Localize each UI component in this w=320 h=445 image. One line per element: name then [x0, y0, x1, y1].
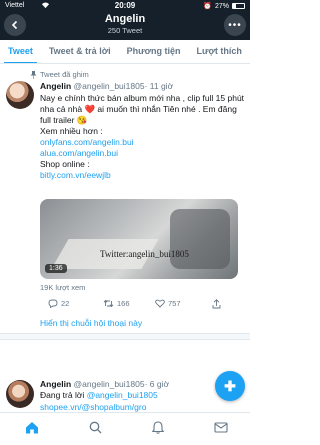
- retweet-button[interactable]: 166: [103, 299, 130, 308]
- replying-to: Đang trả lời @angelin_bui1805: [40, 390, 158, 400]
- battery-percent: 27%: [214, 2, 229, 10]
- bell-icon[interactable]: [150, 419, 166, 435]
- like-button[interactable]: 757: [155, 299, 181, 308]
- video-watermark: Twitter:angelin_bui1805: [100, 249, 189, 259]
- profile-name: Angelin: [104, 13, 146, 25]
- replying-to-handle[interactable]: @angelin_bui1805: [87, 390, 158, 400]
- avatar[interactable]: [6, 380, 34, 408]
- like-count: 757: [168, 299, 181, 308]
- divider: [0, 339, 250, 340]
- tab-tweets[interactable]: Tweet: [0, 40, 41, 63]
- retweet-count: 166: [117, 299, 130, 308]
- video-thumbnail[interactable]: Twitter:angelin_bui1805 1:36: [40, 199, 238, 279]
- tweet-time: · 11 giờ: [144, 81, 174, 91]
- compose-tweet-button[interactable]: ✚: [215, 371, 245, 401]
- bottom-navigation: [0, 412, 250, 445]
- tab-tweets-replies[interactable]: Tweet & trả lời: [41, 40, 119, 63]
- profile-header: Viettel 20:09 ⏰ 27% Angelin 250 Tweet ••…: [0, 0, 250, 40]
- author-handle: @angelin_bui1805: [73, 379, 145, 389]
- video-frame-shape-dark: [170, 209, 230, 269]
- pin-icon: [30, 70, 37, 79]
- tweet-count: 250 Tweet: [107, 26, 143, 35]
- tweet-header: Angelin @angelin_bui1805· 6 giờ: [40, 379, 240, 389]
- video-duration: 1:36: [45, 264, 67, 273]
- replying-to-label: Đang trả lời: [40, 390, 85, 400]
- avatar[interactable]: [6, 81, 34, 109]
- kiss-emoji-icon: 😘: [76, 115, 88, 125]
- tweet-time: · 6 giờ: [144, 379, 170, 389]
- heart-emoji-icon: ❤️: [84, 104, 96, 114]
- retweet-icon: [103, 299, 114, 308]
- onlyfans-link[interactable]: onlyfans.com/angelin.bui: [40, 137, 245, 148]
- pinned-indicator: Tweet đã ghim: [30, 70, 89, 79]
- tweet-actions: 22 166 757: [40, 299, 245, 311]
- alarm-icon: ⏰: [203, 3, 212, 10]
- share-button[interactable]: [212, 299, 221, 309]
- more-button[interactable]: •••: [224, 14, 246, 36]
- show-thread-link[interactable]: Hiển thị chuỗi hội thoại này: [40, 318, 142, 328]
- reply-count: 22: [61, 299, 70, 308]
- author-name[interactable]: Angelin: [40, 379, 71, 389]
- home-icon[interactable]: [24, 419, 40, 435]
- reply-button[interactable]: 22: [48, 299, 69, 308]
- battery-indicator: ⏰ 27%: [203, 2, 245, 10]
- tweet-header: Angelin @angelin_bui1805· 11 giờ: [40, 81, 245, 91]
- author-name[interactable]: Angelin: [40, 81, 71, 91]
- reply-icon: [48, 299, 58, 308]
- tab-media[interactable]: Phương tiện: [119, 40, 189, 63]
- view-count: 19K lượt xem: [40, 283, 86, 292]
- search-icon[interactable]: [87, 419, 103, 435]
- pinned-label: Tweet đã ghim: [40, 70, 89, 79]
- profile-tabs: Tweet Tweet & trả lời Phương tiện Lượt t…: [0, 40, 250, 64]
- compose-plus-icon: ✚: [224, 377, 236, 394]
- status-bar: Viettel 20:09 ⏰ 27%: [0, 0, 250, 12]
- mail-icon[interactable]: [213, 419, 229, 435]
- shop-link[interactable]: shopee.vn/@shopalbum/gro: [40, 402, 146, 412]
- author-handle: @angelin_bui1805: [73, 81, 145, 91]
- like-heart-icon: [155, 299, 165, 308]
- alua-link[interactable]: alua.com/angelin.bui: [40, 148, 245, 159]
- tweet-text-line2: Xem nhiều hơn :: [40, 126, 103, 136]
- more-icon: •••: [228, 19, 242, 31]
- tweet-text-line3: Shop online :: [40, 159, 90, 169]
- shop-link[interactable]: bitly.com.vn/eewjlb: [40, 170, 245, 181]
- tab-likes[interactable]: Lượt thích: [189, 40, 250, 63]
- battery-icon: [232, 3, 245, 9]
- share-icon: [212, 299, 221, 309]
- tweet-text: Nay e chính thức bán album mới nha , cli…: [40, 93, 245, 181]
